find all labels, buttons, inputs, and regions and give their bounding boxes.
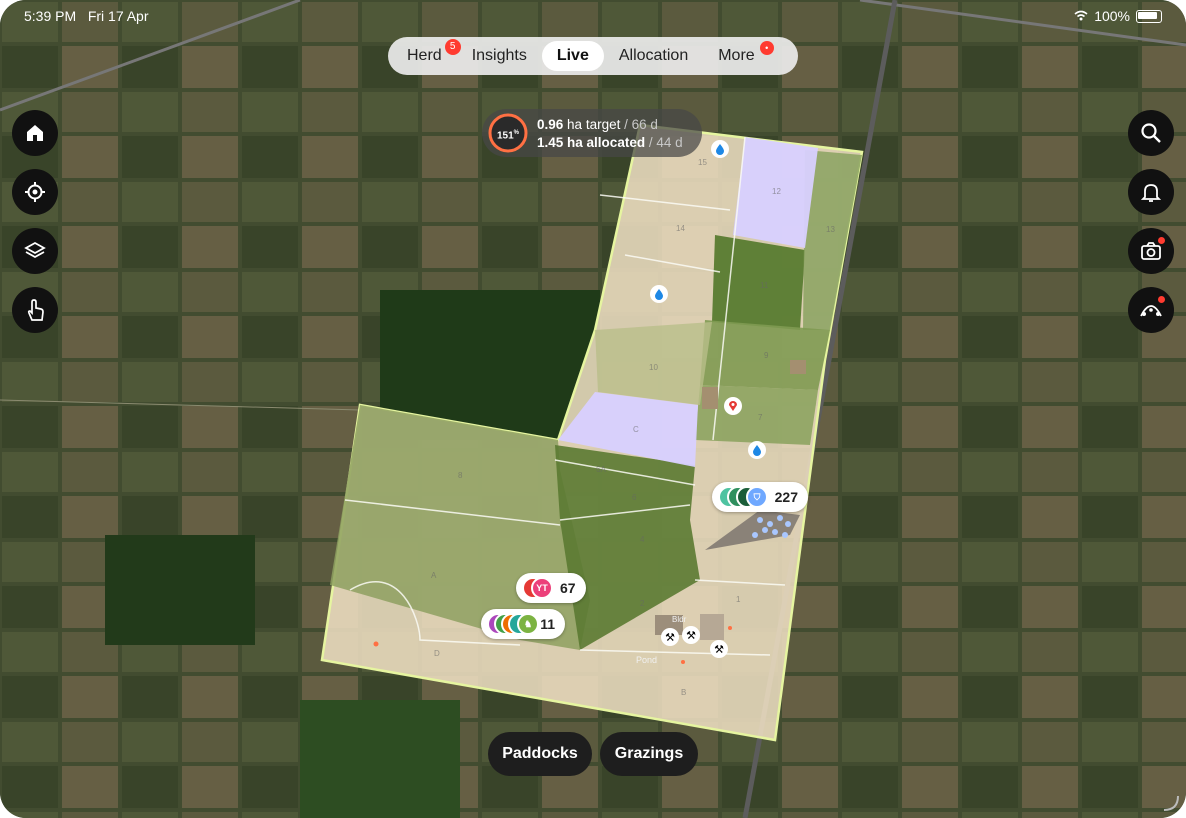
wifi-icon	[1074, 8, 1088, 24]
tab-live-label: Live	[556, 47, 589, 64]
herd-avatar: YT	[531, 577, 553, 599]
route-icon	[1140, 305, 1162, 317]
paddock-label: 2	[640, 599, 645, 608]
herd-chip[interactable]: YT 67	[516, 573, 586, 603]
herd-avatar: ♞	[517, 613, 539, 635]
camera-icon	[1141, 242, 1161, 260]
paddock-label: D	[434, 649, 440, 658]
grazing-target-card[interactable]: 151% 0.96 ha target / 66 d 1.45 ha alloc…	[482, 109, 702, 157]
paddock-label: 11	[760, 281, 769, 290]
paddock-label: 15	[698, 158, 707, 167]
tab-herd-label: Herd	[407, 47, 442, 64]
herd-avatar: ⛉	[746, 486, 768, 508]
grazings-button[interactable]: Grazings	[600, 732, 698, 776]
paddock-label: 7	[758, 413, 763, 422]
touch-button[interactable]	[12, 287, 58, 333]
paddocks-button[interactable]: Paddocks	[488, 732, 592, 776]
tab-allocation[interactable]: Allocation	[604, 41, 703, 71]
search-icon	[1141, 123, 1161, 143]
search-button[interactable]	[1128, 110, 1174, 156]
target-percent-unit: %	[513, 130, 520, 136]
notifications-button[interactable]	[1128, 169, 1174, 215]
date: Fri 17 Apr	[87, 8, 149, 24]
target-percent-value: 151	[496, 130, 514, 142]
tab-insights[interactable]: Insights	[457, 41, 542, 71]
water-trough-icon[interactable]	[711, 140, 729, 158]
route-alert-dot	[1158, 296, 1165, 303]
tab-more[interactable]: More •	[703, 41, 774, 71]
paddock-label: 4	[640, 535, 645, 544]
map-screen: 15 14 13 12 11 10 9 8 7 6A 6 4 2 1 A C D…	[0, 0, 1186, 818]
route-button[interactable]	[1128, 287, 1174, 333]
target-percent: 151%	[487, 112, 529, 154]
herd-count: 227	[774, 489, 798, 505]
camera-button[interactable]	[1128, 228, 1174, 274]
herd-chip[interactable]: ⛉ 227	[712, 482, 808, 512]
target-value: 0.96	[537, 117, 564, 132]
tab-allocation-label: Allocation	[618, 47, 689, 64]
location-pin-icon[interactable]	[724, 397, 742, 415]
status-bar: 5:39 PM Fri 17 Apr 100%	[24, 8, 1162, 24]
allocated-line: 1.45 ha allocated / 44 d	[537, 135, 683, 150]
home-icon	[27, 125, 43, 141]
main-tab-bar: Herd 5 Insights Live Allocation More •	[388, 37, 798, 75]
layers-icon	[24, 241, 46, 259]
camera-alert-dot	[1158, 237, 1165, 244]
paddock-label: 8	[458, 471, 463, 480]
paddock-label: 6	[632, 493, 637, 502]
building-label: Bldr	[672, 615, 687, 624]
herd-chip[interactable]: ♞ 11	[481, 609, 565, 639]
water-trough-icon[interactable]	[748, 441, 766, 459]
tools-icon[interactable]: ⚒	[710, 640, 728, 658]
target-line: 0.96 ha target / 66 d	[537, 117, 658, 132]
paddock-label: 10	[649, 363, 658, 372]
layers-button[interactable]	[12, 228, 58, 274]
paddock-label: 9	[764, 351, 769, 360]
paddock-label: C	[633, 425, 639, 434]
battery-percent: 100%	[1094, 8, 1130, 24]
paddock-label: 12	[772, 187, 781, 196]
tab-herd[interactable]: Herd 5	[392, 39, 461, 71]
locate-icon	[25, 182, 45, 202]
paddock-label: 6A	[596, 465, 606, 474]
pond-label: Pond	[636, 655, 658, 665]
paddock-label: A	[431, 571, 437, 580]
home-button[interactable]	[12, 110, 58, 156]
target-label: ha target	[567, 117, 621, 132]
herd-count: 67	[560, 580, 576, 596]
tools-icon[interactable]: ⚒	[682, 626, 700, 644]
touch-icon	[27, 299, 44, 321]
tab-more-label: More	[718, 47, 755, 64]
allocated-value: 1.45	[537, 135, 564, 150]
clock: 5:39 PM	[24, 8, 77, 24]
target-days: / 66 d	[624, 117, 658, 132]
allocated-days: / 44 d	[648, 135, 683, 150]
tools-icon[interactable]: ⚒	[661, 628, 679, 646]
resize-handle-icon[interactable]	[1160, 792, 1180, 812]
allocated-label: ha allocated	[567, 135, 646, 150]
paddock-label: 14	[676, 224, 685, 233]
locate-button[interactable]	[12, 169, 58, 215]
paddock-label: B	[681, 688, 686, 697]
tab-live[interactable]: Live	[541, 41, 604, 71]
tab-insights-label: Insights	[471, 47, 527, 64]
paddock-label: 1	[736, 595, 741, 604]
battery-icon	[1136, 9, 1162, 23]
water-trough-icon[interactable]	[650, 285, 668, 303]
bell-icon	[1141, 184, 1161, 202]
herd-count: 11	[540, 616, 555, 632]
more-badge: •	[759, 41, 774, 55]
paddock-label: 13	[826, 225, 835, 234]
